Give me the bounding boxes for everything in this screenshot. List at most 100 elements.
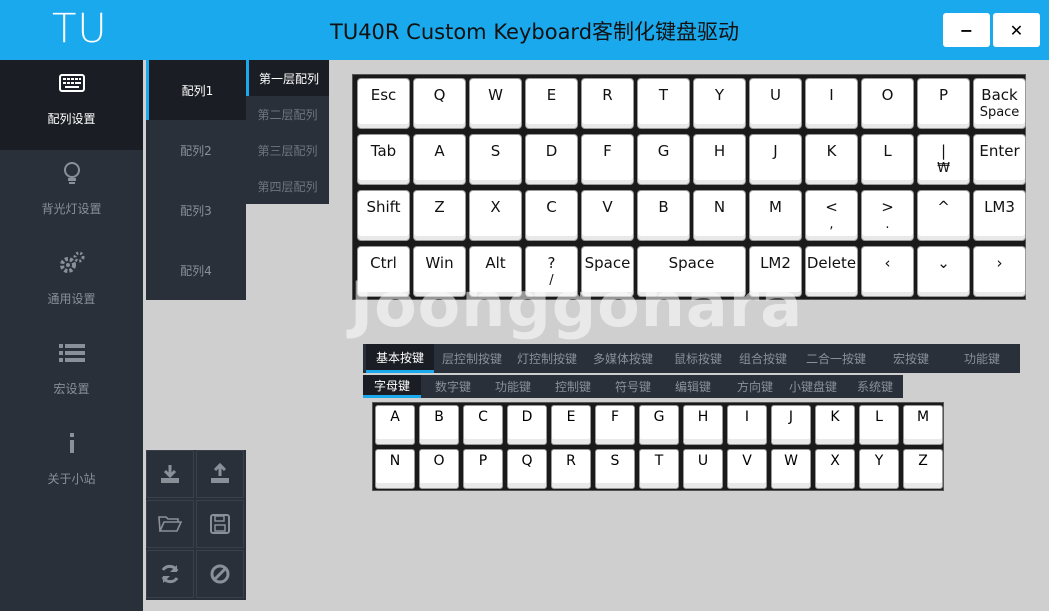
layer-item-2[interactable]: 第二层配列 [246, 96, 329, 132]
palette-key-x[interactable]: X [815, 449, 855, 489]
key-2-9[interactable]: >. [861, 190, 914, 241]
subcategory-tab-0[interactable]: 字母键 [363, 375, 421, 398]
key-2-2[interactable]: X [469, 190, 522, 241]
palette-key-e[interactable]: E [551, 405, 591, 445]
upload-button[interactable] [196, 450, 244, 498]
key-2-6[interactable]: N [693, 190, 746, 241]
palette-key-g[interactable]: G [639, 405, 679, 445]
key-1-2[interactable]: S [469, 134, 522, 185]
key-0-4[interactable]: R [581, 78, 634, 129]
refresh-button[interactable] [146, 550, 194, 598]
palette-key-d[interactable]: D [507, 405, 547, 445]
download-button[interactable] [146, 450, 194, 498]
key-1-10[interactable]: | ₩ [917, 134, 970, 185]
subcategory-tab-5[interactable]: 编辑键 [667, 375, 719, 398]
palette-key-c[interactable]: C [463, 405, 503, 445]
key-2-7[interactable]: M [749, 190, 802, 241]
key-0-3[interactable]: E [525, 78, 578, 129]
palette-key-r[interactable]: R [551, 449, 591, 489]
key-3-8[interactable]: ‹ [861, 246, 914, 297]
sidebar-item-backlight[interactable]: 背光灯设置 [0, 150, 143, 240]
key-0-2[interactable]: W [469, 78, 522, 129]
subcategory-tab-1[interactable]: 数字键 [425, 375, 481, 398]
category-tab-4[interactable]: 鼠标按键 [665, 344, 731, 373]
subcategory-tab-4[interactable]: 符号键 [607, 375, 659, 398]
key-3-9[interactable]: ⌄ [917, 246, 970, 297]
key-2-1[interactable]: Z [413, 190, 466, 241]
palette-key-v[interactable]: V [727, 449, 767, 489]
subcategory-tab-7[interactable]: 小键盘键 [787, 375, 839, 398]
minimize-button[interactable]: − [943, 13, 990, 47]
layer-item-1[interactable]: 第一层配列 [246, 60, 329, 96]
save-button[interactable] [196, 500, 244, 548]
palette-key-i[interactable]: I [727, 405, 767, 445]
palette-key-o[interactable]: O [419, 449, 459, 489]
key-1-7[interactable]: J [749, 134, 802, 185]
category-tab-3[interactable]: 多媒体按键 [585, 344, 661, 373]
reset-button[interactable] [196, 550, 244, 598]
palette-key-k[interactable]: K [815, 405, 855, 445]
layout-item-4[interactable]: 配列4 [146, 240, 246, 300]
key-1-5[interactable]: G [637, 134, 690, 185]
palette-key-b[interactable]: B [419, 405, 459, 445]
key-3-7[interactable]: Delete [805, 246, 858, 297]
sidebar-item-general[interactable]: 通用设置 [0, 240, 143, 330]
layer-item-4[interactable]: 第四层配列 [246, 168, 329, 204]
sidebar-item-layout[interactable]: 配列设置 [0, 60, 143, 150]
key-2-11[interactable]: LM3 [973, 190, 1026, 241]
subcategory-tab-2[interactable]: 功能键 [487, 375, 539, 398]
palette-key-a[interactable]: A [375, 405, 415, 445]
subcategory-tab-8[interactable]: 系统键 [851, 375, 899, 398]
key-2-3[interactable]: C [525, 190, 578, 241]
category-tab-5[interactable]: 组合按键 [733, 344, 793, 373]
layer-item-3[interactable]: 第三层配列 [246, 132, 329, 168]
key-0-8[interactable]: I [805, 78, 858, 129]
palette-key-q[interactable]: Q [507, 449, 547, 489]
key-3-10[interactable]: › [973, 246, 1026, 297]
palette-key-u[interactable]: U [683, 449, 723, 489]
category-tab-8[interactable]: 功能键 [961, 344, 1003, 373]
layout-item-1[interactable]: 配列1 [146, 60, 246, 120]
key-1-11[interactable]: Enter [973, 134, 1026, 185]
key-0-0[interactable]: Esc [357, 78, 410, 129]
palette-key-t[interactable]: T [639, 449, 679, 489]
category-tab-6[interactable]: 二合一按键 [803, 344, 869, 373]
key-0-6[interactable]: Y [693, 78, 746, 129]
close-button[interactable]: ✕ [993, 13, 1040, 47]
key-2-0[interactable]: Shift [357, 190, 410, 241]
key-0-1[interactable]: Q [413, 78, 466, 129]
open-button[interactable] [146, 500, 194, 548]
key-1-4[interactable]: F [581, 134, 634, 185]
key-2-8[interactable]: <, [805, 190, 858, 241]
key-2-5[interactable]: B [637, 190, 690, 241]
key-2-4[interactable]: V [581, 190, 634, 241]
category-tab-2[interactable]: 灯控制按键 [511, 344, 583, 373]
palette-key-s[interactable]: S [595, 449, 635, 489]
key-1-9[interactable]: L [861, 134, 914, 185]
subcategory-tab-3[interactable]: 控制键 [547, 375, 599, 398]
key-2-10[interactable]: ^ [917, 190, 970, 241]
category-tab-1[interactable]: 层控制按键 [436, 344, 508, 373]
key-1-8[interactable]: K [805, 134, 858, 185]
palette-key-m[interactable]: M [903, 405, 943, 445]
subcategory-tab-6[interactable]: 方向键 [729, 375, 781, 398]
sidebar-item-about[interactable]: 关于小站 [0, 420, 143, 510]
key-0-10[interactable]: P [917, 78, 970, 129]
key-0-5[interactable]: T [637, 78, 690, 129]
layout-item-2[interactable]: 配列2 [146, 120, 246, 180]
key-1-0[interactable]: Tab [357, 134, 410, 185]
palette-key-h[interactable]: H [683, 405, 723, 445]
key-0-11[interactable]: Back Space [973, 78, 1026, 129]
key-0-9[interactable]: O [861, 78, 914, 129]
palette-key-p[interactable]: P [463, 449, 503, 489]
layout-item-3[interactable]: 配列3 [146, 180, 246, 240]
palette-key-y[interactable]: Y [859, 449, 899, 489]
palette-key-w[interactable]: W [771, 449, 811, 489]
palette-key-n[interactable]: N [375, 449, 415, 489]
palette-key-z[interactable]: Z [903, 449, 943, 489]
sidebar-item-macro[interactable]: 宏设置 [0, 330, 143, 420]
palette-key-l[interactable]: L [859, 405, 899, 445]
key-0-7[interactable]: U [749, 78, 802, 129]
category-tab-7[interactable]: 宏按键 [888, 344, 934, 373]
palette-key-j[interactable]: J [771, 405, 811, 445]
